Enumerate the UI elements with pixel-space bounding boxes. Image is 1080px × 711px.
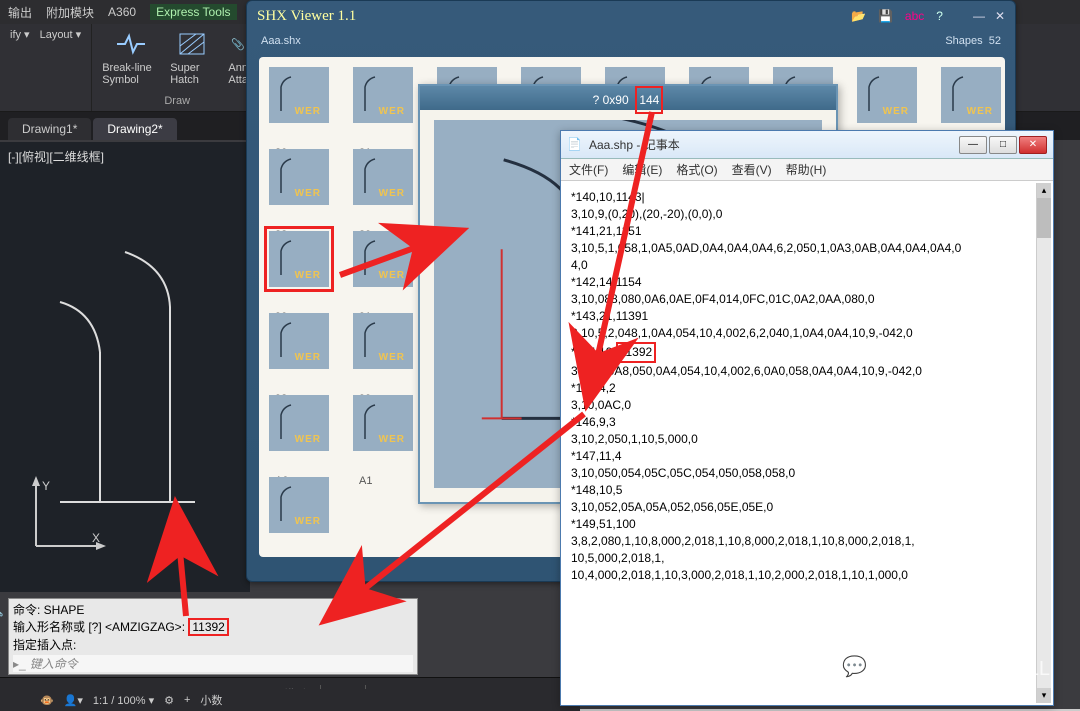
glyph-cell-A1[interactable]: WER bbox=[353, 395, 413, 451]
svg-text:Y: Y bbox=[42, 479, 50, 493]
command-area: 🔧 ✕ 命令: SHAPE 输入形名称或 [?] <AMZIGZAG>: 113… bbox=[8, 598, 418, 675]
decimal-label[interactable]: 小数 bbox=[200, 692, 222, 708]
notepad-titlebar[interactable]: 📄 Aaa.shp - 记事本 — □ ✕ bbox=[561, 131, 1053, 159]
person-icon[interactable]: 👤▾ bbox=[64, 694, 83, 707]
svg-text:X: X bbox=[92, 531, 100, 545]
plus-icon[interactable]: + bbox=[184, 694, 190, 706]
wechat-icon: 💬 bbox=[842, 654, 867, 679]
shx-titlebar[interactable]: SHX Viewer 1.1 📂 💾 abc ? — ✕ bbox=[247, 1, 1015, 31]
menu-edit[interactable]: 编辑(E) bbox=[622, 161, 662, 178]
panel-title-draw: Draw bbox=[164, 95, 190, 107]
glyph-cell-81[interactable]: WER bbox=[353, 67, 413, 123]
shx-filename: Aaa.shx bbox=[261, 35, 301, 47]
superhatch-button[interactable]: Super Hatch bbox=[170, 28, 214, 86]
breakline-button[interactable]: Break-line Symbol bbox=[102, 28, 160, 86]
glyph-cell-A0[interactable]: WER bbox=[269, 395, 329, 451]
breakline-icon bbox=[115, 30, 147, 58]
notepad-scrollbar[interactable]: ▴ ▾ bbox=[1036, 183, 1051, 703]
ribbon-panel-modify: ify ▾ Layout ▾ bbox=[0, 24, 92, 111]
notepad-icon: 📄 bbox=[567, 137, 583, 153]
notepad-text-area[interactable]: *140,10,1143|3,10,9,(0,20),(20,-20),(0,0… bbox=[563, 183, 1035, 703]
glyph-cell-91[interactable]: WER bbox=[353, 231, 413, 287]
glyph-decimal-highlight: 144 bbox=[635, 86, 663, 114]
cmd-line-point: 指定插入点: bbox=[13, 636, 413, 653]
open-icon[interactable]: 📂 bbox=[851, 9, 866, 23]
shx-subbar: Aaa.shx Shapes 52 bbox=[247, 31, 1015, 51]
tab-drawing1[interactable]: Drawing1* bbox=[8, 118, 91, 140]
zoom-readout[interactable]: 1:1 / 100% ▾ bbox=[93, 694, 154, 707]
scroll-up-icon[interactable]: ▴ bbox=[1037, 183, 1051, 198]
scroll-thumb[interactable] bbox=[1037, 198, 1051, 238]
cmd-chevron-icon: ▸_ bbox=[13, 657, 26, 671]
minimize-icon[interactable]: — bbox=[973, 9, 985, 23]
tab-drawing2[interactable]: Drawing2* bbox=[93, 118, 176, 140]
menu-item[interactable]: Express Tools bbox=[150, 4, 236, 20]
glyph-label: A1 bbox=[359, 475, 372, 487]
close-icon[interactable]: ✕ bbox=[995, 9, 1005, 23]
layout-dropdown[interactable]: Layout ▾ bbox=[40, 28, 82, 41]
menu-file[interactable]: 文件(F) bbox=[569, 161, 608, 178]
menu-item[interactable]: 输出 bbox=[8, 4, 32, 21]
menu-help[interactable]: 帮助(H) bbox=[786, 161, 827, 178]
abc-icon[interactable]: abc bbox=[905, 9, 924, 23]
menu-item[interactable]: 附加模块 bbox=[46, 4, 94, 21]
glyph-cell-89[interactable]: WER bbox=[353, 149, 413, 205]
glyph-cell-98[interactable]: WER bbox=[269, 313, 329, 369]
minimize-button[interactable]: — bbox=[959, 136, 987, 154]
menu-format[interactable]: 格式(O) bbox=[676, 161, 717, 178]
cmd-line-input: 输入形名称或 [?] <AMZIGZAG>: 11392 bbox=[13, 618, 413, 636]
glyph-cell-99[interactable]: WER bbox=[353, 313, 413, 369]
glyph-cell-87[interactable]: WER bbox=[941, 67, 1001, 123]
ucs-icon: Y X bbox=[28, 474, 108, 554]
glyph-cell-7[interactable]: WER bbox=[857, 67, 917, 123]
glyph-cell-80[interactable]: WER bbox=[269, 67, 329, 123]
monkey-icon[interactable]: 🐵 bbox=[40, 694, 54, 707]
maximize-button[interactable]: □ bbox=[989, 136, 1017, 154]
shape-id-highlight: 11392 bbox=[188, 618, 228, 636]
glyph-cell-90[interactable]: WER bbox=[269, 231, 329, 287]
save-icon[interactable]: 💾 bbox=[878, 9, 893, 23]
cmd-line-shape: 命令: SHAPE bbox=[13, 601, 413, 618]
help-icon[interactable]: ? bbox=[936, 9, 943, 23]
wrench-icon[interactable]: 🔧 bbox=[0, 603, 4, 617]
wechat-watermark: 💬微信号：CADSKILL bbox=[842, 652, 1050, 681]
shx-title-text: SHX Viewer 1.1 bbox=[257, 8, 851, 25]
close-button[interactable]: ✕ bbox=[1019, 136, 1047, 154]
notepad-title: Aaa.shp - 记事本 bbox=[589, 136, 959, 153]
scroll-down-icon[interactable]: ▾ bbox=[1037, 688, 1051, 703]
hatch-icon bbox=[176, 30, 208, 58]
menu-view[interactable]: 查看(V) bbox=[732, 161, 772, 178]
notepad-menubar: 文件(F) 编辑(E) 格式(O) 查看(V) 帮助(H) bbox=[561, 159, 1053, 181]
notepad-window: 📄 Aaa.shp - 记事本 — □ ✕ 文件(F) 编辑(E) 格式(O) … bbox=[560, 130, 1054, 706]
acad-viewport[interactable]: [-][俯视][二维线框] Y X bbox=[0, 142, 250, 592]
cmd-input[interactable]: ▸_ 键入命令 bbox=[13, 655, 413, 672]
notepad-11392-highlight: 11392 bbox=[616, 342, 656, 363]
gear-icon[interactable]: ⚙ bbox=[164, 694, 174, 707]
modify-dropdown[interactable]: ify ▾ bbox=[10, 28, 30, 41]
glyph-cell-88[interactable]: WER bbox=[269, 149, 329, 205]
glyph-cell-45[interactable]: WER bbox=[269, 477, 329, 533]
menu-item[interactable]: A360 bbox=[108, 5, 136, 19]
glyph-detail-title: ? 0x90 144 bbox=[420, 86, 836, 110]
ribbon-panel-draw: Break-line Symbol Super Hatch 📎 AnnAtta … bbox=[92, 24, 263, 111]
